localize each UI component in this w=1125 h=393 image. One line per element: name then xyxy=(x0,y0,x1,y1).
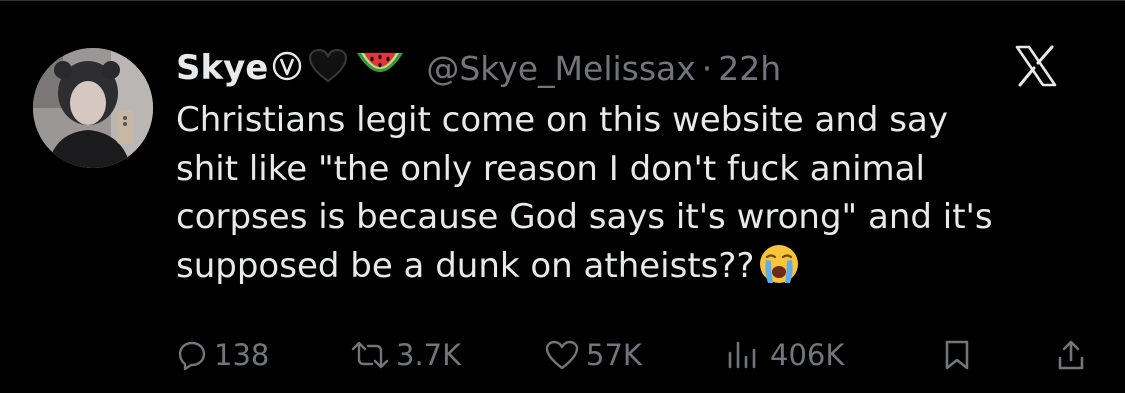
like-count: 57K xyxy=(586,338,642,372)
tweet-line: supposed be a dunk on atheists?? xyxy=(176,245,755,286)
author-name[interactable]: Skye xyxy=(176,48,268,88)
repost-button[interactable]: 3.7K xyxy=(350,331,461,379)
bookmark-icon xyxy=(945,340,969,370)
tweet-line: shit like "the only reason I don't fuck … xyxy=(176,148,925,189)
author-handle[interactable]: @Skye_Melissax xyxy=(426,49,695,88)
views-button[interactable]: 406K xyxy=(724,331,844,379)
share-icon xyxy=(1058,340,1084,370)
bookmark-button[interactable] xyxy=(942,331,978,379)
watermelon-emoji xyxy=(354,47,406,89)
loudly-crying-face-emoji xyxy=(758,243,800,299)
timestamp[interactable]: 22h xyxy=(718,49,781,88)
name-badges xyxy=(272,47,412,89)
tweet-last-line: supposed be a dunk on atheists?? xyxy=(176,242,1106,299)
avatar[interactable] xyxy=(33,48,153,168)
tweet-line: Christians legit come on this website an… xyxy=(176,100,948,140)
circled-v-emoji xyxy=(272,50,302,86)
like-button[interactable]: 57K xyxy=(544,331,642,379)
repost-count: 3.7K xyxy=(396,338,462,372)
tweet-header: Skye @Skye_Melissax · 22h xyxy=(176,40,781,96)
share-button[interactable] xyxy=(1056,331,1092,379)
reply-count: 138 xyxy=(214,338,270,372)
like-icon xyxy=(545,340,579,370)
repost-icon xyxy=(351,341,389,369)
tweet-line: corpses is because God says it's wrong" … xyxy=(176,197,993,237)
reply-button[interactable]: 138 xyxy=(176,331,269,379)
separator-dot: · xyxy=(701,48,713,88)
black-heart-emoji xyxy=(308,48,348,88)
x-logo-icon xyxy=(1014,44,1058,88)
reply-icon xyxy=(178,341,206,371)
views-icon xyxy=(728,341,756,369)
top-divider xyxy=(0,0,1125,1)
action-bar: 138 3.7K 57K 406K xyxy=(176,331,1086,379)
view-count: 406K xyxy=(770,338,845,372)
tweet-text: Christians legit come on this website an… xyxy=(176,96,1106,298)
